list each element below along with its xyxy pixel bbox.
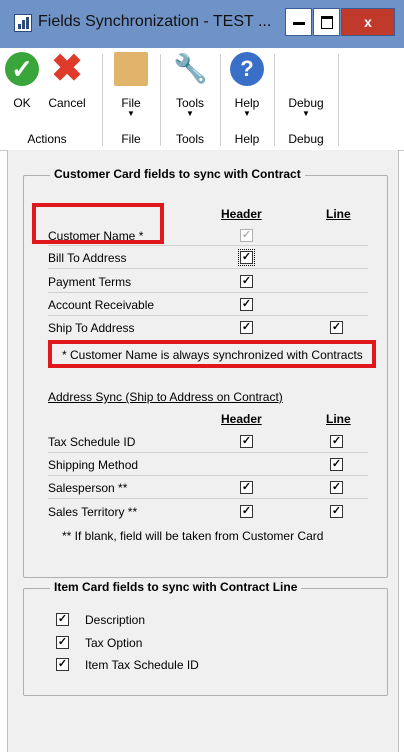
group-actions: Actions (27, 132, 67, 146)
salesperson-header-checkbox[interactable]: ✓ (240, 481, 253, 494)
group-debug: Debug (288, 132, 324, 146)
item-label-item-tax-schedule-id: Item Tax Schedule ID (85, 658, 199, 672)
chevron-down-icon: ▼ (243, 109, 251, 118)
account-receivable-header-checkbox[interactable]: ✓ (240, 298, 253, 311)
chevron-down-icon: ▼ (302, 109, 310, 118)
address-sync-title: Address Sync (Ship to Address on Contrac… (48, 390, 283, 404)
row-label-sales-territory: Sales Territory ** (48, 505, 138, 519)
close-button[interactable]: x (341, 8, 395, 36)
customer-header-column: Header (221, 207, 262, 221)
item-tax-schedule-checkbox[interactable]: ✓ (56, 658, 69, 671)
cancel-x-icon: ✖ (51, 48, 83, 90)
app-icon (14, 14, 32, 32)
address-header-column: Header (221, 412, 262, 426)
item-card-group (23, 588, 388, 696)
maximize-button[interactable] (313, 8, 340, 36)
shipping-method-line-checkbox[interactable]: ✓ (330, 458, 343, 471)
checkmark-icon: ✓ (5, 52, 39, 86)
ship-to-address-line-checkbox[interactable]: ✓ (330, 321, 343, 334)
row-label-account-receivable: Account Receivable (48, 298, 155, 312)
group-file: File (121, 132, 141, 146)
title-bar: Fields Synchronization - TEST ... x (0, 0, 404, 48)
cancel-button[interactable]: ✖ Cancel (44, 48, 90, 124)
group-tools: Tools (175, 132, 204, 146)
group-help: Help (234, 132, 260, 146)
item-label-description: Description (85, 613, 146, 627)
tools-button[interactable]: 🔧 Tools ▼ (163, 48, 217, 124)
row-label-tax-schedule-id: Tax Schedule ID (48, 435, 136, 449)
file-button[interactable]: File ▼ (106, 48, 156, 124)
highlight-box-customer-name (32, 203, 164, 244)
main-panel: Customer Card fields to sync with Contra… (7, 150, 399, 752)
address-line-column: Line (326, 412, 351, 426)
customer-card-title: Customer Card fields to sync with Contra… (50, 167, 305, 181)
tools-icon: 🔧 (173, 53, 208, 84)
tax-option-checkbox[interactable]: ✓ (56, 636, 69, 649)
row-label-salesperson: Salesperson ** (48, 481, 128, 495)
row-label-shipping-method: Shipping Method (48, 458, 139, 472)
description-checkbox[interactable]: ✓ (56, 613, 69, 626)
row-label-bill-to-address: Bill To Address (48, 251, 127, 265)
tools-label: Tools (175, 96, 204, 110)
file-label: File (121, 96, 141, 110)
row-label-ship-to-address: Ship To Address (48, 321, 135, 335)
debug-label: Debug (288, 96, 324, 110)
cancel-label: Cancel (48, 96, 86, 110)
tax-schedule-header-checkbox[interactable]: ✓ (240, 435, 253, 448)
customer-name-header-checkbox[interactable]: ✓ (240, 229, 253, 242)
minimize-button[interactable] (285, 8, 312, 36)
sales-territory-header-checkbox[interactable]: ✓ (240, 505, 253, 518)
ship-to-address-header-checkbox[interactable]: ✓ (240, 321, 253, 334)
highlight-box-note (48, 340, 376, 368)
salesperson-line-checkbox[interactable]: ✓ (330, 481, 343, 494)
customer-line-column: Line (326, 207, 351, 221)
folder-icon (114, 52, 148, 86)
blank-field-note: ** If blank, field will be taken from Cu… (62, 529, 324, 543)
tax-schedule-line-checkbox[interactable]: ✓ (330, 435, 343, 448)
payment-terms-header-checkbox[interactable]: ✓ (240, 275, 253, 288)
sales-territory-line-checkbox[interactable]: ✓ (330, 505, 343, 518)
ribbon-toolbar: ✓ OK ✖ Cancel Actions File ▼ File 🔧 Tool… (0, 48, 404, 151)
bill-to-address-header-checkbox[interactable]: ✓ (238, 249, 255, 266)
debug-button[interactable]: Debug ▼ (278, 48, 334, 124)
item-card-title: Item Card fields to sync with Contract L… (50, 580, 302, 594)
help-label: Help (234, 96, 260, 110)
help-button[interactable]: ? Help ▼ (223, 48, 271, 124)
chevron-down-icon: ▼ (186, 109, 194, 118)
ok-button[interactable]: ✓ OK (4, 48, 40, 124)
row-label-payment-terms: Payment Terms (48, 275, 132, 289)
help-icon: ? (230, 52, 264, 86)
item-label-tax-option: Tax Option (85, 636, 143, 650)
ok-label: OK (13, 96, 31, 110)
chevron-down-icon: ▼ (127, 109, 135, 118)
window-title: Fields Synchronization - TEST ... (38, 13, 272, 30)
